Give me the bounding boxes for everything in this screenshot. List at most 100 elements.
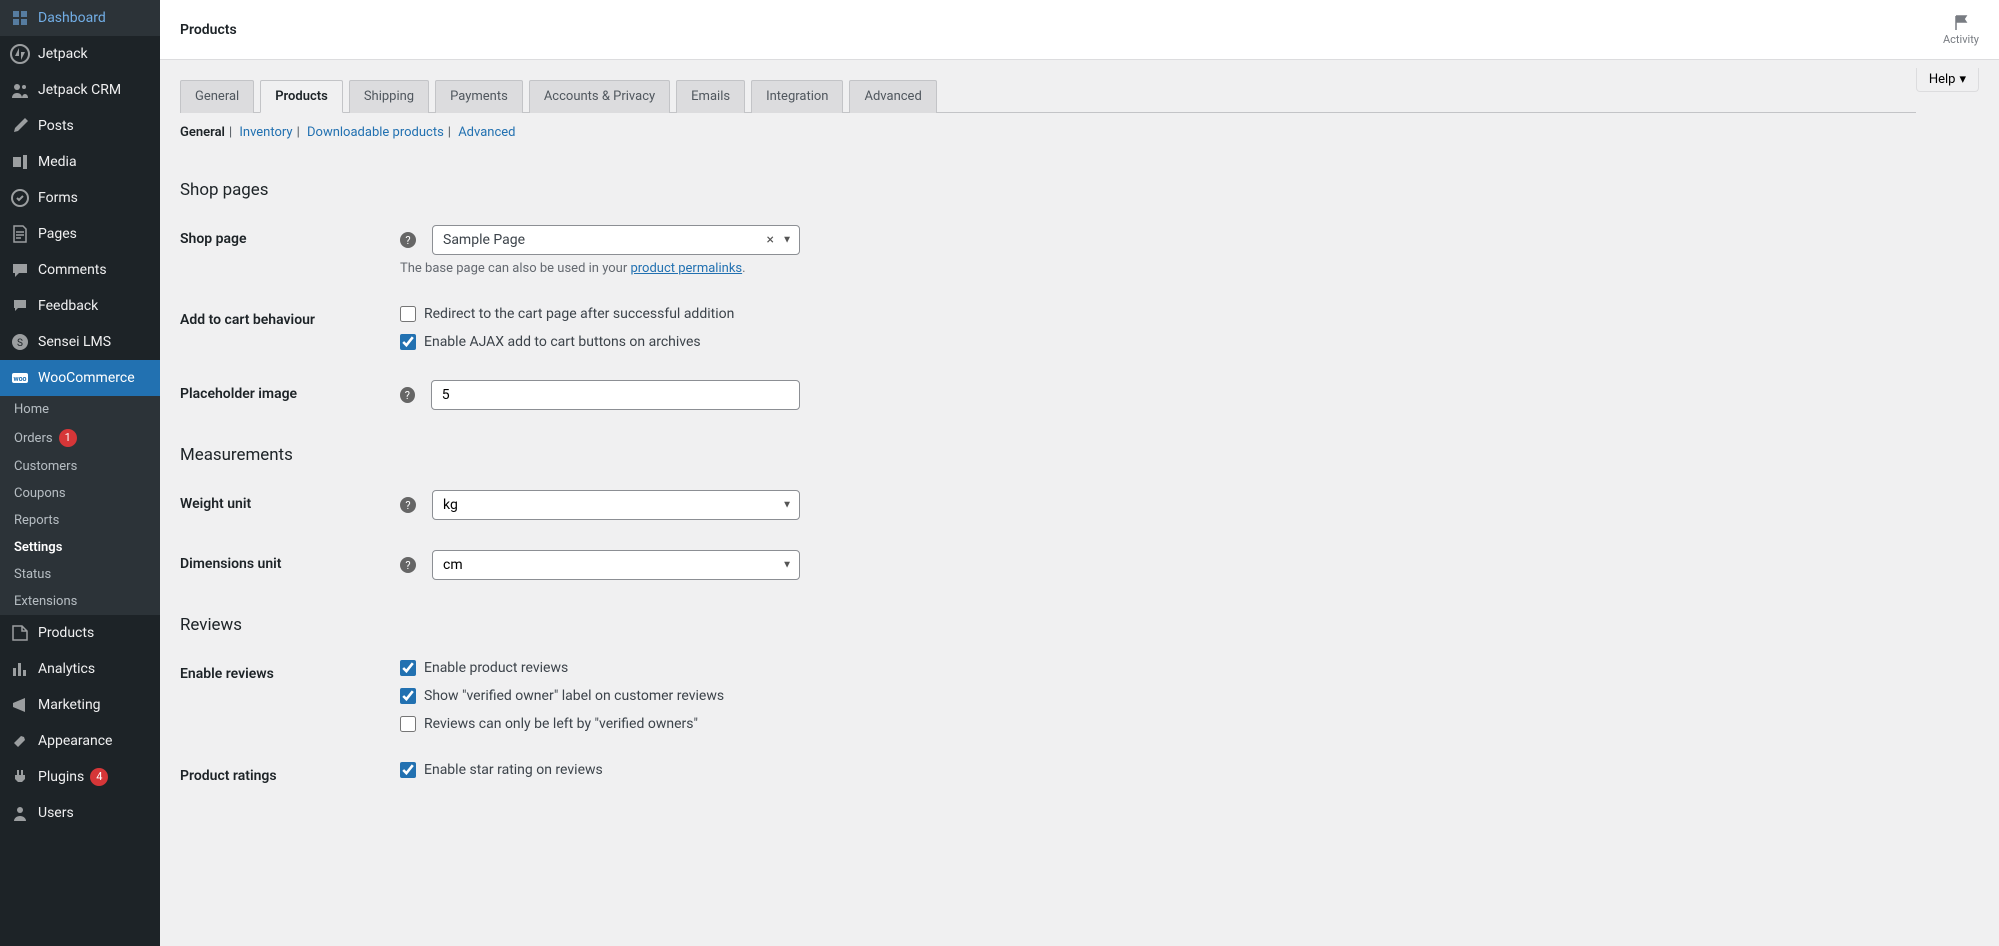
subtab-downloadable[interactable]: Downloadable products [307,125,444,140]
submenu-home[interactable]: Home [0,396,160,423]
section-measurements: Measurements [180,445,1979,465]
sidebar-users[interactable]: Users [0,795,160,831]
submenu-coupons[interactable]: Coupons [0,480,160,507]
help-button[interactable]: Help▾ [1916,68,1979,92]
submenu-status[interactable]: Status [0,561,160,588]
sidebar-feedback[interactable]: Feedback [0,288,160,324]
sidebar-sensei[interactable]: SSensei LMS [0,324,160,360]
crm-icon [10,80,30,100]
product-ratings-label: Product ratings [180,768,277,784]
help-icon[interactable]: ? [400,387,415,403]
sidebar-jetpack[interactable]: Jetpack [0,36,160,72]
submenu-orders[interactable]: Orders1 [0,423,160,453]
sidebar-comments[interactable]: Comments [0,252,160,288]
topbar: Products Activity [160,0,1999,60]
orders-badge: 1 [59,429,77,447]
enable-reviews-option[interactable]: Enable product reviews [400,660,800,676]
placeholder-input[interactable] [431,380,800,410]
weight-label: Weight unit [180,496,251,512]
dimensions-label: Dimensions unit [180,556,282,572]
verified-owner-checkbox[interactable] [400,688,416,704]
woocommerce-submenu: Home Orders1 Customers Coupons Reports S… [0,396,160,615]
page-title: Products [180,22,237,38]
clear-icon[interactable]: × [767,232,774,248]
plugins-badge: 4 [90,768,108,786]
sidebar-pages[interactable]: Pages [0,216,160,252]
settings-tabs: General Products Shipping Payments Accou… [180,80,1916,113]
star-rating-checkbox[interactable] [400,762,416,778]
flag-icon [1951,13,1971,33]
section-reviews: Reviews [180,615,1979,635]
tab-integration[interactable]: Integration [751,80,843,113]
jetpack-icon [10,44,30,64]
feedback-icon [10,296,30,316]
submenu-settings[interactable]: Settings [0,534,160,561]
shop-page-description: The base page can also be used in your p… [400,261,800,276]
users-icon [10,803,30,823]
tab-advanced[interactable]: Advanced [849,80,936,113]
activity-button[interactable]: Activity [1943,13,1979,46]
media-icon [10,152,30,172]
star-rating-option[interactable]: Enable star rating on reviews [400,762,800,778]
help-icon[interactable]: ? [400,557,416,573]
svg-text:S: S [17,338,23,349]
sidebar-forms[interactable]: Forms [0,180,160,216]
cart-behaviour-label: Add to cart behaviour [180,312,315,328]
sidebar-plugins[interactable]: Plugins4 [0,759,160,795]
posts-icon [10,116,30,136]
subtab-inventory[interactable]: Inventory [239,125,292,140]
tab-shipping[interactable]: Shipping [349,80,429,113]
sidebar-posts[interactable]: Posts [0,108,160,144]
ajax-cart-checkbox[interactable] [400,334,416,350]
dimensions-select[interactable]: cm [432,550,800,580]
tab-products[interactable]: Products [260,80,343,113]
enable-reviews-checkbox[interactable] [400,660,416,676]
placeholder-label: Placeholder image [180,386,297,402]
woocommerce-icon: woo [10,368,30,388]
sensei-icon: S [10,332,30,352]
shop-page-select[interactable]: Sample Page [432,225,800,255]
svg-text:woo: woo [13,375,26,383]
tab-payments[interactable]: Payments [435,80,523,113]
sidebar-marketing[interactable]: Marketing [0,687,160,723]
submenu-customers[interactable]: Customers [0,453,160,480]
redirect-cart-option[interactable]: Redirect to the cart page after successf… [400,306,800,322]
appearance-icon [10,731,30,751]
subtabs: General| Inventory| Downloadable product… [180,125,1979,140]
verified-only-option[interactable]: Reviews can only be left by "verified ow… [400,716,800,732]
admin-sidebar: Dashboard Jetpack Jetpack CRM Posts Medi… [0,0,160,946]
sidebar-appearance[interactable]: Appearance [0,723,160,759]
enable-reviews-label: Enable reviews [180,666,274,682]
sidebar-woocommerce[interactable]: wooWooCommerce [0,360,160,396]
verified-owner-option[interactable]: Show "verified owner" label on customer … [400,688,800,704]
redirect-cart-checkbox[interactable] [400,306,416,322]
pages-icon [10,224,30,244]
verified-only-checkbox[interactable] [400,716,416,732]
sidebar-products[interactable]: Products [0,615,160,651]
comments-icon [10,260,30,280]
products-icon [10,623,30,643]
dropdown-icon: ▾ [1959,72,1966,87]
sidebar-jetpack-crm[interactable]: Jetpack CRM [0,72,160,108]
sidebar-dashboard[interactable]: Dashboard [0,0,160,36]
main-content: Products Activity Help▾ General Products… [160,0,1999,946]
help-icon[interactable]: ? [400,497,416,513]
ajax-cart-option[interactable]: Enable AJAX add to cart buttons on archi… [400,334,800,350]
tab-accounts-privacy[interactable]: Accounts & Privacy [529,80,670,113]
forms-icon [10,188,30,208]
tab-general[interactable]: General [180,80,254,113]
section-shop-pages: Shop pages [180,180,1979,200]
weight-select[interactable]: kg [432,490,800,520]
permalinks-link[interactable]: product permalinks [630,261,742,276]
analytics-icon [10,659,30,679]
subtab-advanced[interactable]: Advanced [458,125,515,140]
submenu-reports[interactable]: Reports [0,507,160,534]
tab-emails[interactable]: Emails [676,80,745,113]
sidebar-media[interactable]: Media [0,144,160,180]
help-icon[interactable]: ? [400,232,416,248]
subtab-general[interactable]: General [180,125,225,140]
submenu-extensions[interactable]: Extensions [0,588,160,615]
sidebar-analytics[interactable]: Analytics [0,651,160,687]
plugins-icon [10,767,30,787]
shop-page-label: Shop page [180,231,247,247]
